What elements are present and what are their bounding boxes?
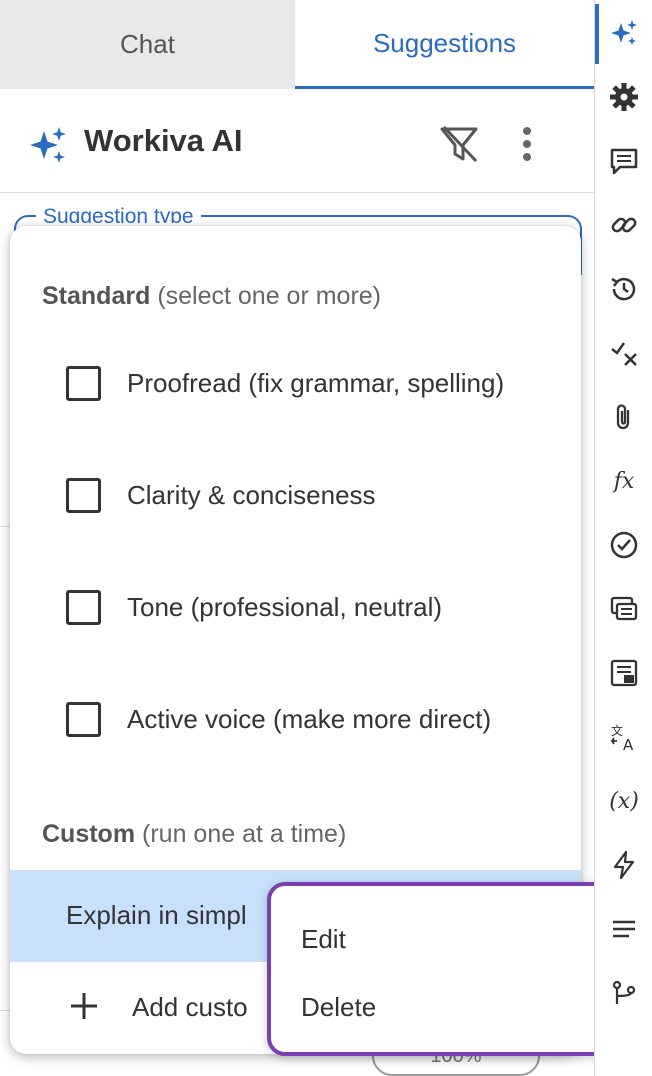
menu-item-edit[interactable]: Edit: [301, 924, 346, 955]
option-label: Proofread (fix grammar, spelling): [127, 368, 505, 398]
active-indicator: [595, 4, 599, 64]
option-clarity[interactable]: Clarity & conciseness: [10, 444, 581, 556]
translate-icon[interactable]: 文A: [609, 722, 639, 752]
standard-hint: (select one or more): [157, 282, 382, 310]
suggestions-panel: Chat Suggestions Workiva AI Suggestion t…: [0, 0, 629, 1076]
option-tone[interactable]: Tone (professional, neutral): [10, 556, 581, 668]
link-icon[interactable]: [609, 210, 639, 240]
custom-hint: (run one at a time): [142, 820, 347, 848]
more-options-icon[interactable]: [512, 123, 542, 165]
svg-text:文: 文: [611, 723, 623, 738]
panel-tabs: Chat Suggestions: [0, 0, 594, 89]
check-circle-icon[interactable]: [609, 530, 639, 560]
standard-heading: Standard: [42, 282, 151, 310]
right-toolbar: fx 文A (x): [594, 0, 652, 1076]
comments-icon[interactable]: [609, 594, 639, 624]
standard-section-heading: Standard (select one or more): [42, 282, 381, 311]
context-menu: Edit Delete: [267, 882, 629, 1056]
sparkle-icon[interactable]: [609, 18, 639, 48]
sparkle-icon: [30, 127, 66, 163]
checkbox[interactable]: [66, 590, 101, 625]
gear-icon[interactable]: [609, 82, 639, 112]
page-title: Workiva AI: [84, 123, 243, 158]
lightning-icon[interactable]: [609, 850, 639, 880]
variable-icon[interactable]: (x): [609, 786, 639, 816]
option-label: Clarity & conciseness: [127, 480, 376, 510]
add-custom-label: Add custo: [132, 992, 248, 1022]
option-proofread[interactable]: Proofread (fix grammar, spelling): [10, 332, 581, 444]
branch-icon[interactable]: [609, 978, 639, 1008]
panel-header: Workiva AI: [0, 89, 594, 193]
divider: [0, 526, 10, 527]
custom-heading: Custom: [42, 820, 136, 848]
custom-section-heading: Custom (run one at a time): [42, 820, 346, 849]
checkbox[interactable]: [66, 478, 101, 513]
custom-suggestion-label: Explain in simpl: [66, 900, 247, 930]
svg-text:A: A: [623, 736, 634, 752]
plus-icon: [71, 993, 97, 1019]
paperclip-icon[interactable]: [609, 402, 639, 432]
menu-item-delete[interactable]: Delete: [301, 992, 376, 1023]
note-icon[interactable]: [609, 658, 639, 688]
function-icon[interactable]: fx: [609, 466, 639, 496]
checkbox[interactable]: [66, 702, 101, 737]
clear-filter-icon[interactable]: [438, 123, 480, 165]
tab-suggestions[interactable]: Suggestions: [295, 0, 594, 89]
tab-chat[interactable]: Chat: [0, 0, 295, 89]
suggestion-type-label: Suggestion type: [36, 203, 201, 223]
option-label: Active voice (make more direct): [127, 704, 492, 734]
checkbox[interactable]: [66, 366, 101, 401]
list-icon[interactable]: [609, 914, 639, 944]
option-label: Tone (professional, neutral): [127, 592, 443, 622]
option-active-voice[interactable]: Active voice (make more direct): [10, 668, 581, 780]
comment-icon[interactable]: [609, 146, 639, 176]
check-x-icon[interactable]: [609, 338, 639, 368]
history-icon[interactable]: [609, 274, 639, 304]
